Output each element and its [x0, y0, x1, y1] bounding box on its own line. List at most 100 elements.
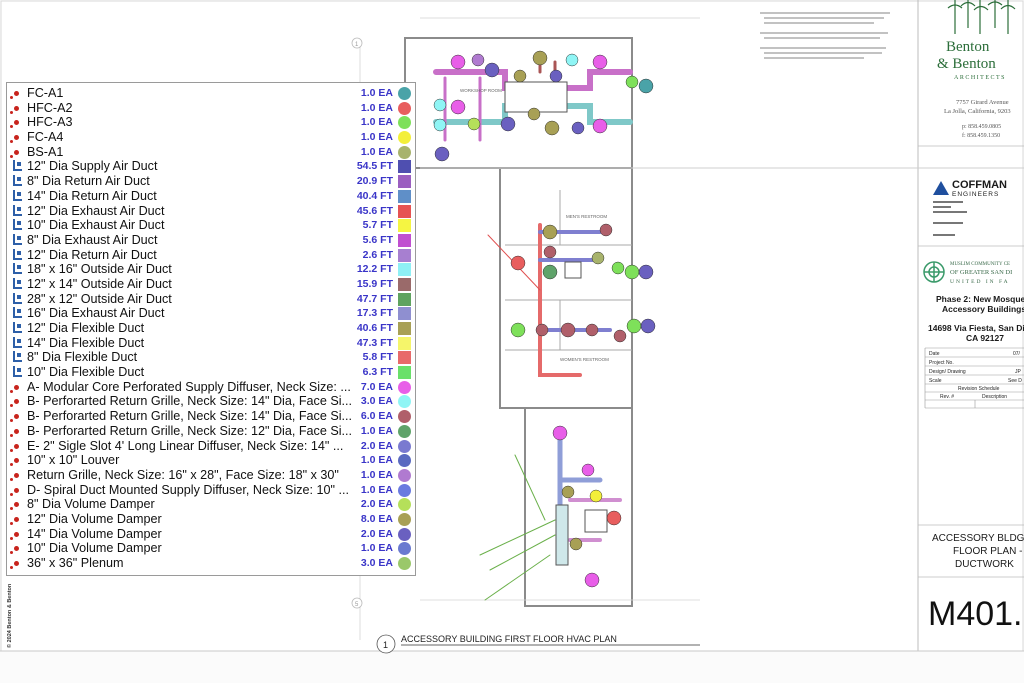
- color-swatch-square[interactable]: [398, 263, 411, 277]
- color-swatch-square[interactable]: [398, 189, 411, 203]
- takeoff-row[interactable]: 28" x 12" Outside Air Duct 47.7 FT: [7, 292, 415, 307]
- color-swatch-square[interactable]: [398, 248, 411, 262]
- count-measure-icon: [9, 380, 25, 395]
- takeoff-row[interactable]: E- 2" Sigle Slot 4' Long Linear Diffuser…: [7, 439, 415, 454]
- count-measure-icon: [9, 483, 25, 498]
- takeoff-label: 14" Dia Volume Damper: [27, 526, 162, 541]
- takeoff-row[interactable]: B- Perforarted Return Grille, Neck Size:…: [7, 409, 415, 424]
- takeoff-row[interactable]: 12" Dia Exhaust Air Duct 45.6 FT: [7, 204, 415, 219]
- takeoff-row[interactable]: 12" Dia Supply Air Duct 54.5 FT: [7, 159, 415, 174]
- room-label-workshop: WORKSHOP ROOM: [460, 88, 502, 93]
- takeoff-quantity: 1.0 EA: [360, 101, 393, 114]
- takeoff-row[interactable]: 12" Dia Volume Damper 8.0 EA: [7, 512, 415, 527]
- color-swatch-circle[interactable]: [398, 483, 411, 497]
- color-swatch-square[interactable]: [398, 351, 411, 365]
- color-swatch-circle[interactable]: [398, 468, 411, 482]
- project-address2: CA 92127: [966, 333, 1004, 343]
- color-swatch-circle[interactable]: [398, 498, 411, 512]
- color-swatch-circle[interactable]: [398, 557, 411, 570]
- takeoff-label: BS-A1: [27, 144, 64, 159]
- takeoff-quantity: 6.3 FT: [362, 366, 393, 379]
- color-swatch-square[interactable]: [398, 292, 411, 306]
- color-swatch-square[interactable]: [398, 322, 411, 335]
- takeoff-panel[interactable]: FC-A1 1.0 EA HFC-A2 1.0 EA HFC-A3 1.0 EA FC-A4…: [6, 82, 416, 576]
- color-swatch-circle[interactable]: [398, 131, 411, 145]
- takeoff-row[interactable]: 8" Dia Return Air Duct 20.9 FT: [7, 174, 415, 189]
- client-line1: MUSLIM COMMUNITY CE: [950, 262, 1010, 267]
- color-swatch-circle[interactable]: [398, 542, 411, 556]
- takeoff-row[interactable]: 12" Dia Return Air Duct 2.6 FT: [7, 248, 415, 263]
- takeoff-row[interactable]: 8" Dia Flexible Duct 5.8 FT: [7, 350, 415, 365]
- takeoff-row[interactable]: FC-A4 1.0 EA: [7, 130, 415, 145]
- color-swatch-circle[interactable]: [398, 439, 411, 453]
- takeoff-row[interactable]: FC-A1 1.0 EA: [7, 86, 415, 101]
- takeoff-row[interactable]: B- Perforarted Return Grille, Neck Size:…: [7, 394, 415, 409]
- color-swatch-circle[interactable]: [398, 410, 411, 424]
- takeoff-quantity: 40.4 FT: [356, 189, 393, 202]
- takeoff-row[interactable]: 12" Dia Flexible Duct 40.6 FT: [7, 321, 415, 336]
- color-swatch-square[interactable]: [398, 160, 411, 174]
- copyright: © 2024 Benton & Benton: [6, 583, 13, 648]
- takeoff-label: HFC-A3: [27, 115, 73, 130]
- takeoff-row[interactable]: 10" x 10" Louver 1.0 EA: [7, 453, 415, 468]
- color-swatch-circle[interactable]: [398, 454, 411, 468]
- takeoff-row[interactable]: 18" x 16" Outside Air Duct 12.2 FT: [7, 262, 415, 277]
- takeoff-row[interactable]: BS-A1 1.0 EA: [7, 145, 415, 160]
- color-swatch-circle[interactable]: [398, 512, 411, 526]
- rev-desc: Description: [982, 394, 1007, 400]
- takeoff-quantity: 3.0 EA: [360, 557, 393, 569]
- color-swatch-circle[interactable]: [398, 101, 411, 115]
- linear-measure-icon: [9, 159, 25, 174]
- color-swatch-circle[interactable]: [398, 380, 411, 394]
- takeoff-row[interactable]: 8" Dia Exhaust Air Duct 5.6 FT: [7, 233, 415, 248]
- takeoff-row[interactable]: 10" Dia Volume Damper 1.0 EA: [7, 541, 415, 556]
- takeoff-label: FC-A1: [27, 86, 64, 100]
- color-swatch-square[interactable]: [398, 175, 411, 189]
- takeoff-quantity: 12.2 FT: [356, 263, 393, 276]
- color-swatch-square[interactable]: [398, 336, 411, 350]
- project-sub: Accessory Buildings: [942, 304, 1024, 314]
- takeoff-quantity: 1.0 EA: [360, 468, 393, 481]
- color-swatch-square[interactable]: [398, 307, 411, 321]
- takeoff-row[interactable]: B- Perforarted Return Grille, Neck Size:…: [7, 424, 415, 439]
- color-swatch-square[interactable]: [398, 219, 411, 233]
- takeoff-quantity: 2.6 FT: [362, 248, 393, 261]
- takeoff-row[interactable]: 10" Dia Exhaust Air Duct 5.7 FT: [7, 218, 415, 233]
- takeoff-quantity: 1.0 EA: [360, 542, 393, 555]
- takeoff-quantity: 54.5 FT: [356, 160, 393, 173]
- takeoff-row[interactable]: D- Spiral Duct Mounted Supply Diffuser, …: [7, 483, 415, 498]
- takeoff-row[interactable]: Return Grille, Neck Size: 16" x 28", Fac…: [7, 468, 415, 483]
- takeoff-row[interactable]: 16" Dia Exhaust Air Duct 17.3 FT: [7, 306, 415, 321]
- field-design-val: JP: [1015, 369, 1022, 375]
- takeoff-row[interactable]: 36" x 36" Plenum 3.0 EA: [7, 556, 415, 571]
- takeoff-row[interactable]: 14" Dia Volume Damper 2.0 EA: [7, 527, 415, 542]
- color-swatch-circle[interactable]: [398, 145, 411, 159]
- takeoff-row[interactable]: A- Modular Core Perforated Supply Diffus…: [7, 380, 415, 395]
- color-swatch-circle[interactable]: [398, 424, 411, 438]
- color-swatch-square[interactable]: [398, 366, 411, 380]
- color-swatch-circle[interactable]: [398, 527, 411, 541]
- takeoff-row[interactable]: HFC-A3 1.0 EA: [7, 115, 415, 130]
- takeoff-row[interactable]: 12" x 14" Outside Air Duct 15.9 FT: [7, 277, 415, 292]
- takeoff-row[interactable]: 14" Dia Return Air Duct 40.4 FT: [7, 189, 415, 204]
- color-swatch-circle[interactable]: [398, 87, 411, 100]
- count-measure-icon: [9, 101, 25, 116]
- takeoff-row[interactable]: HFC-A2 1.0 EA: [7, 101, 415, 116]
- takeoff-label: 10" x 10" Louver: [27, 453, 120, 468]
- takeoff-row[interactable]: 14" Dia Flexible Duct 47.3 FT: [7, 336, 415, 351]
- takeoff-row[interactable]: 10" Dia Flexible Duct 6.3 FT: [7, 365, 415, 380]
- color-swatch-square[interactable]: [398, 277, 411, 291]
- linear-measure-icon: [9, 336, 25, 351]
- field-design: Design/ Drawing: [929, 369, 966, 375]
- color-swatch-square[interactable]: [398, 204, 411, 218]
- takeoff-quantity: 8.0 EA: [360, 512, 393, 525]
- linear-measure-icon: [9, 189, 25, 204]
- color-swatch-circle[interactable]: [398, 116, 411, 130]
- color-swatch-square[interactable]: [398, 233, 411, 247]
- mccgsd-logo-icon: [923, 261, 945, 283]
- takeoff-row[interactable]: 8" Dia Volume Damper 2.0 EA: [7, 497, 415, 512]
- count-measure-icon: [9, 86, 25, 101]
- color-swatch-circle[interactable]: [398, 395, 411, 409]
- count-measure-icon: [9, 115, 25, 130]
- takeoff-quantity: 1.0 EA: [360, 116, 393, 129]
